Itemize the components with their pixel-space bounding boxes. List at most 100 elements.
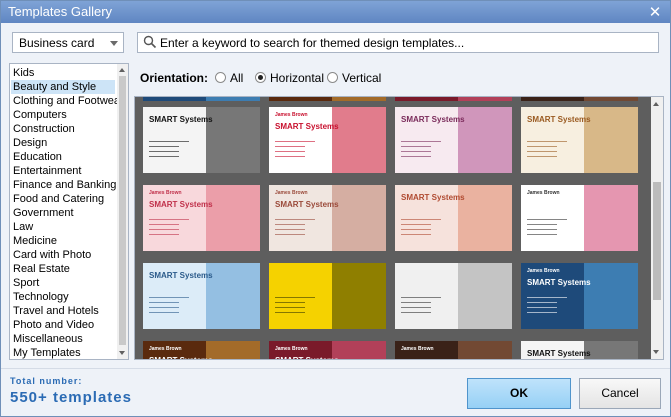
template-gallery[interactable]: James Brown SMART Systems James Brown SMART… <box>134 96 664 360</box>
template-text-line <box>401 219 441 220</box>
category-item[interactable]: Sport <box>11 276 115 290</box>
template-thumbnail[interactable]: James BrownSMART Systems <box>269 185 386 251</box>
orientation-vertical-label: Vertical <box>342 71 382 85</box>
search-placeholder: Enter a keyword to search for themed des… <box>160 36 465 50</box>
ok-button[interactable]: OK <box>467 378 571 409</box>
template-thumbnail[interactable]: James BrownSMART Systems <box>143 97 260 101</box>
template-text-line <box>149 302 179 303</box>
template-text-line <box>527 224 557 225</box>
gallery-scroll-thumb[interactable] <box>653 182 661 300</box>
template-text-line <box>401 312 431 313</box>
scroll-up-icon[interactable] <box>653 102 659 106</box>
template-text-line <box>401 229 431 230</box>
template-thumbnail[interactable]: James Brown <box>521 97 638 101</box>
template-thumbnail[interactable] <box>269 263 386 329</box>
template-artwork <box>206 185 260 251</box>
template-text-line <box>149 156 179 157</box>
category-item[interactable]: Government <box>11 206 115 220</box>
template-thumbnail[interactable]: James Brown <box>521 185 638 251</box>
gallery-scrollbar[interactable] <box>651 97 663 359</box>
template-artwork <box>584 97 638 101</box>
radio-vertical-icon <box>327 72 338 83</box>
template-artwork <box>206 263 260 329</box>
template-thumbnail[interactable]: James BrownSMART Systems <box>269 107 386 173</box>
template-thumbnail[interactable]: James BrownSMART Systems <box>269 341 386 359</box>
total-number-label: Total number: <box>10 376 83 386</box>
radio-horizontal-icon <box>255 72 266 83</box>
template-text-line <box>275 312 305 313</box>
category-item[interactable]: Food and Catering <box>11 192 115 206</box>
template-text-line <box>527 234 557 235</box>
template-text-line <box>275 151 305 152</box>
scroll-down-icon[interactable] <box>653 350 659 354</box>
template-artwork <box>332 185 386 251</box>
orientation-horizontal-label: Horizontal <box>270 71 325 85</box>
template-text-line <box>275 229 305 230</box>
category-item[interactable]: Real Estate <box>11 262 115 276</box>
template-thumbnail[interactable]: SMART Systems <box>395 185 512 251</box>
category-item[interactable]: Finance and Banking <box>11 178 116 192</box>
template-thumbnail[interactable]: SMART Systems <box>521 341 638 359</box>
category-scroll-thumb[interactable] <box>119 76 126 345</box>
title-bar[interactable]: Templates Gallery ✕ <box>1 1 670 23</box>
category-item[interactable]: Kids <box>11 66 115 80</box>
category-item[interactable]: Medicine <box>11 234 115 248</box>
template-thumbnail[interactable]: James Brown <box>395 341 512 359</box>
template-brand: SMART Systems <box>275 122 339 131</box>
template-thumbnail[interactable]: SMART Systems <box>521 107 638 173</box>
template-brand: SMART Systems <box>401 115 465 124</box>
template-thumbnail[interactable]: James BrownSMART Systems <box>143 185 260 251</box>
category-item[interactable]: Law <box>11 220 115 234</box>
category-item[interactable]: Miscellaneous <box>11 332 115 346</box>
template-text-line <box>527 297 567 298</box>
template-text-line <box>275 219 315 220</box>
category-scrollbar[interactable] <box>117 64 128 359</box>
template-text-line <box>149 151 179 152</box>
template-artwork <box>206 107 260 173</box>
template-text-line <box>149 219 189 220</box>
scroll-down-icon[interactable] <box>119 351 125 355</box>
category-item[interactable]: Education <box>11 150 115 164</box>
category-item[interactable]: Beauty and Style <box>11 80 115 94</box>
template-text-line <box>275 224 305 225</box>
template-text-line <box>527 229 557 230</box>
template-thumbnail[interactable]: SMART Systems <box>143 263 260 329</box>
template-thumbnail[interactable]: SMART Systems <box>395 107 512 173</box>
template-text-line <box>527 141 567 142</box>
category-item[interactable]: My Templates <box>11 346 115 359</box>
template-artwork <box>584 341 638 359</box>
template-text-line <box>149 224 179 225</box>
template-thumbnail[interactable]: SMART Systems <box>143 107 260 173</box>
template-text-line <box>149 229 179 230</box>
category-item[interactable]: Design <box>11 136 115 150</box>
category-list[interactable]: Kids Beauty and Style Clothing and Footwea… <box>9 63 129 360</box>
scroll-up-icon[interactable] <box>119 68 125 72</box>
category-item[interactable]: Photo and Video <box>11 318 115 332</box>
cancel-button[interactable]: Cancel <box>579 378 661 409</box>
search-input[interactable]: Enter a keyword to search for themed des… <box>137 32 659 53</box>
close-icon[interactable]: ✕ <box>646 3 664 21</box>
category-item[interactable]: Card with Photo <box>11 248 115 262</box>
category-item[interactable]: Clothing and Footwear <box>11 94 124 108</box>
template-text-line <box>275 297 315 298</box>
templates-gallery-window: Templates Gallery ✕ Business card Kids Be… <box>0 0 671 417</box>
radio-all-icon <box>215 72 226 83</box>
template-brand: SMART Systems <box>149 200 213 209</box>
template-type-dropdown[interactable]: Business card <box>12 32 124 53</box>
template-brand: SMART Systems <box>275 356 339 359</box>
template-type-value: Business card <box>19 36 95 50</box>
category-item[interactable]: Travel and Hotels <box>11 304 115 318</box>
template-thumbnail[interactable]: James BrownSMART Systems <box>269 97 386 101</box>
template-thumbnail[interactable]: James BrownSMART Systems <box>143 341 260 359</box>
window-title: Templates Gallery <box>8 4 113 19</box>
category-item[interactable]: Computers <box>11 108 115 122</box>
template-thumbnail[interactable]: James BrownSMART Systems <box>395 97 512 101</box>
template-thumbnail[interactable]: James BrownSMART Systems <box>521 263 638 329</box>
category-item[interactable]: Technology <box>11 290 115 304</box>
category-item[interactable]: Construction <box>11 122 115 136</box>
category-item[interactable]: Entertainment <box>11 164 115 178</box>
orientation-all-label: All <box>230 71 244 85</box>
template-text-line <box>275 156 305 157</box>
template-thumbnail[interactable] <box>395 263 512 329</box>
template-brand: SMART Systems <box>275 200 339 209</box>
